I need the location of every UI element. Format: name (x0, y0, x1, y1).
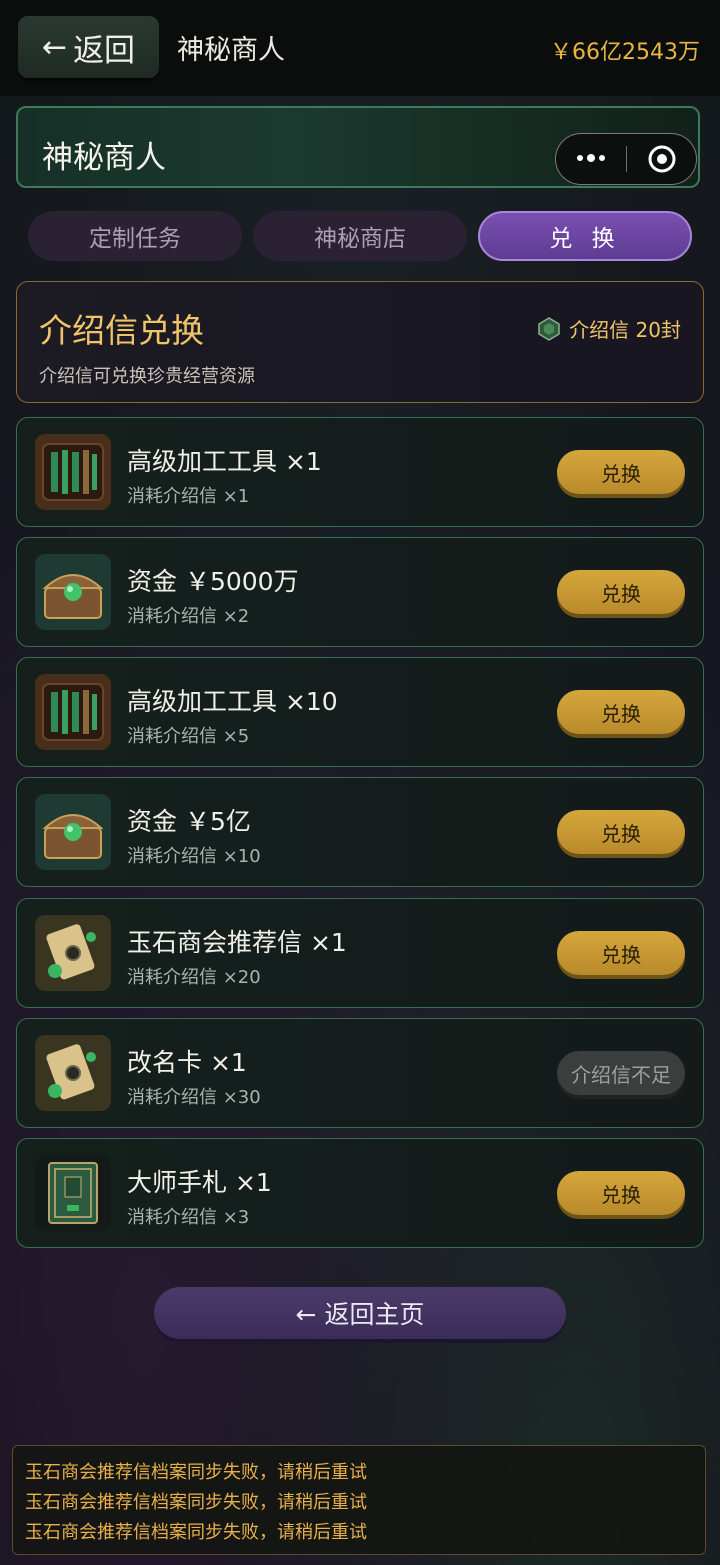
letter-count: 介绍信 20封 (537, 314, 681, 343)
tab-exchange[interactable]: 兑 换 (478, 211, 692, 261)
error-toast-log: 玉石商会推荐信档案同步失败，请稍后重试 玉石商会推荐信档案同步失败，请稍后重试 … (12, 1445, 706, 1555)
exchange-item: 大师手札 ×1 消耗介绍信 ×3 兑换 (16, 1138, 704, 1248)
letter-gem-icon (538, 316, 560, 341)
top-bar: ← 返回 神秘商人 ￥66亿2543万 (0, 0, 720, 96)
exchange-subtitle: 介绍信可兑换珍贵经营资源 (39, 366, 255, 387)
exchange-item: 玉石商会推荐信 ×1 消耗介绍信 ×20 兑换 (16, 898, 704, 1008)
page-title: 神秘商人 (177, 35, 285, 66)
tools-icon (35, 434, 111, 510)
exchange-item: 资金 ￥5亿 消耗介绍信 ×10 兑换 (16, 777, 704, 887)
capsule-divider (626, 146, 627, 172)
tab-label: 神秘商店 (314, 226, 406, 252)
toast-message: 玉石商会推荐信档案同步失败，请稍后重试 (25, 1522, 367, 1543)
item-name: 玉石商会推荐信 ×1 (127, 928, 347, 957)
item-name: 资金 ￥5000万 (127, 567, 299, 596)
item-cost: 消耗介绍信 ×1 (127, 486, 250, 507)
miniprogram-capsule (555, 133, 697, 185)
tab-custom-tasks[interactable]: 定制任务 (28, 211, 242, 261)
item-cost: 消耗介绍信 ×10 (127, 846, 261, 867)
exchange-item: 高级加工工具 ×1 消耗介绍信 ×1 兑换 (16, 417, 704, 527)
exchange-item: 改名卡 ×1 消耗介绍信 ×30 介绍信不足 (16, 1018, 704, 1128)
item-name: 资金 ￥5亿 (127, 807, 251, 836)
return-home-button[interactable]: ← 返回主页 (154, 1287, 566, 1339)
back-button-label: 返回 (73, 32, 136, 69)
item-cost: 消耗介绍信 ×30 (127, 1087, 261, 1108)
toast-message: 玉石商会推荐信档案同步失败，请稍后重试 (25, 1492, 367, 1513)
item-cost: 消耗介绍信 ×2 (127, 606, 250, 627)
item-cost: 消耗介绍信 ×3 (127, 1207, 250, 1228)
item-cost: 消耗介绍信 ×20 (127, 967, 261, 988)
treasure-chest-icon (35, 554, 111, 630)
exchange-info-card: 介绍信兑换 介绍信可兑换珍贵经营资源 介绍信 20封 (16, 281, 704, 403)
arrow-left-icon: ← (41, 29, 68, 65)
back-button[interactable]: ← 返回 (18, 16, 159, 78)
exchange-title: 介绍信兑换 (39, 311, 204, 350)
scroll-jade-icon (35, 1035, 111, 1111)
exchange-item: 高级加工工具 ×10 消耗介绍信 ×5 兑换 (16, 657, 704, 767)
item-name: 高级加工工具 ×1 (127, 447, 322, 476)
exchange-button[interactable]: 兑换 (557, 931, 685, 975)
item-name: 改名卡 ×1 (127, 1048, 247, 1077)
tab-label: 定制任务 (89, 226, 181, 252)
tab-label: 兑 换 (549, 226, 621, 252)
exchange-button[interactable]: 兑换 (557, 810, 685, 854)
exchange-button[interactable]: 兑换 (557, 1171, 685, 1215)
tools-icon (35, 674, 111, 750)
exchange-item: 资金 ￥5000万 消耗介绍信 ×2 兑换 (16, 537, 704, 647)
tab-mystery-shop[interactable]: 神秘商店 (253, 211, 467, 261)
header-title: 神秘商人 (42, 140, 166, 176)
more-icon[interactable] (574, 146, 608, 170)
item-cost: 消耗介绍信 ×5 (127, 726, 250, 747)
exchange-button[interactable]: 兑换 (557, 690, 685, 734)
item-name: 大师手札 ×1 (127, 1168, 272, 1197)
scroll-jade-icon (35, 915, 111, 991)
letter-count-text: 介绍信 20封 (569, 318, 681, 342)
toast-message: 玉石商会推荐信档案同步失败，请稍后重试 (25, 1462, 367, 1483)
item-name: 高级加工工具 ×10 (127, 687, 338, 716)
insufficient-button[interactable]: 介绍信不足 (557, 1051, 685, 1095)
book-icon (35, 1155, 111, 1231)
exchange-button[interactable]: 兑换 (557, 570, 685, 614)
close-target-icon[interactable] (648, 145, 676, 173)
exchange-button[interactable]: 兑换 (557, 450, 685, 494)
money-display: ￥66亿2543万 (550, 40, 700, 65)
treasure-chest-icon (35, 794, 111, 870)
